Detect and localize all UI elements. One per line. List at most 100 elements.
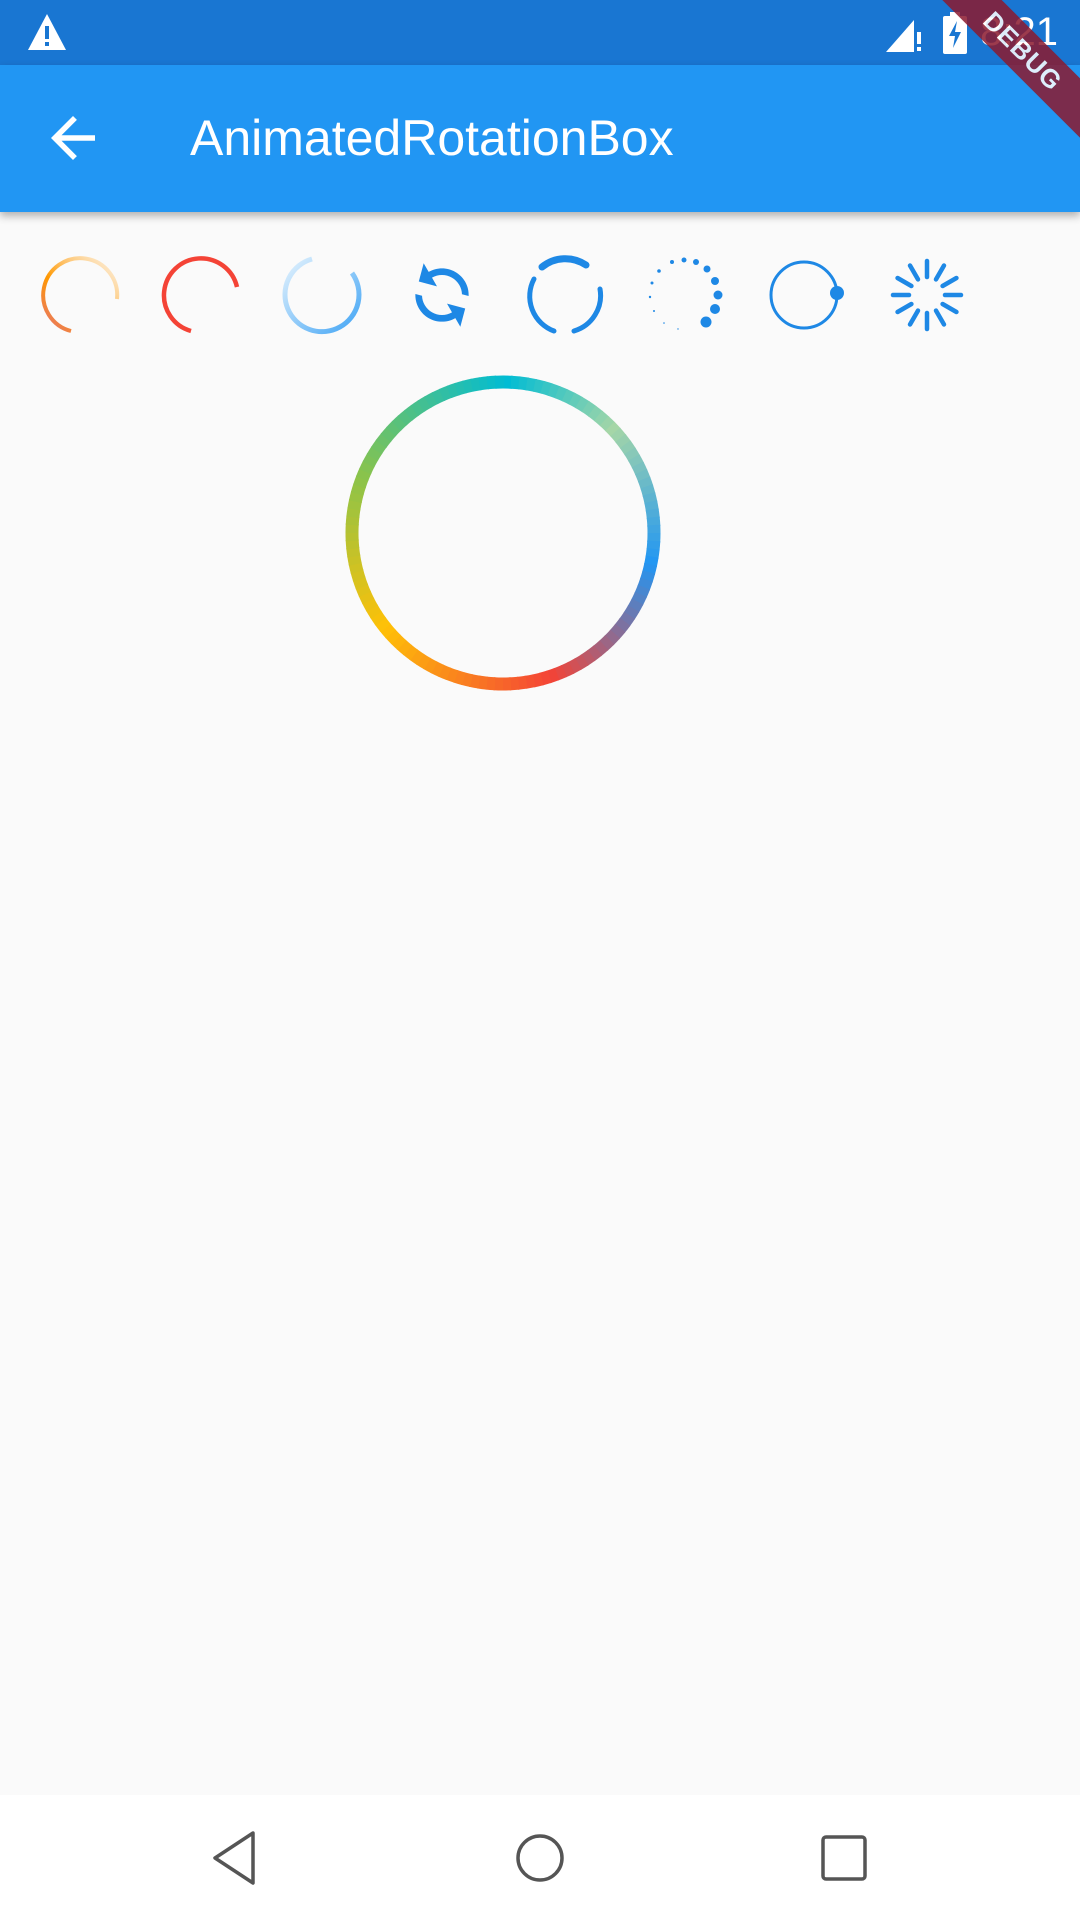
- ring-segment: [348, 490, 364, 503]
- ring-segment: [637, 476, 654, 490]
- page-title: AnimatedRotationBox: [190, 110, 674, 166]
- spoke: [940, 301, 959, 315]
- orange-gradient-arc-spinner: [41, 256, 120, 333]
- ring-segment: [460, 672, 473, 688]
- ring-segment: [445, 667, 459, 683]
- ring-segment: [350, 569, 366, 582]
- ring-segment: [430, 661, 445, 677]
- status-bar: 8:21: [0, 0, 1080, 65]
- ring-segment: [345, 539, 360, 550]
- ring-segment: [355, 583, 372, 598]
- ring-segment: [567, 658, 582, 674]
- ring-segment: [580, 649, 596, 666]
- spoke: [940, 275, 959, 289]
- signal-icon: [886, 20, 921, 52]
- recents-square-icon[interactable]: [811, 1825, 877, 1891]
- ring-segment: [352, 576, 369, 590]
- ring-segment: [609, 623, 626, 640]
- ring-segment: [437, 664, 452, 681]
- circle-with-dot-spinner: [769, 260, 844, 330]
- ring-segment: [634, 468, 651, 483]
- ring-segment: [605, 421, 621, 438]
- ring-segment: [627, 598, 644, 613]
- ring-segment: [524, 674, 536, 689]
- dots-circle-spinner: [648, 257, 723, 330]
- ring-segment: [365, 604, 382, 619]
- ring-segment: [518, 376, 529, 391]
- ring-segment: [586, 645, 603, 662]
- ring-segment: [355, 467, 372, 482]
- ring-segment: [438, 385, 453, 402]
- ring-segment: [346, 507, 361, 518]
- home-circle-icon[interactable]: [507, 1825, 573, 1891]
- back-triangle-icon[interactable]: [203, 1825, 269, 1891]
- ring-segment: [478, 376, 490, 391]
- ring-segment: [446, 382, 460, 399]
- ring-segment: [396, 639, 413, 656]
- ring-segment: [599, 415, 616, 432]
- ring-segment: [409, 649, 425, 666]
- ring-segment: [575, 396, 590, 413]
- ring-segment: [385, 628, 401, 645]
- ring-segment: [561, 389, 576, 405]
- ring-segment: [424, 392, 439, 408]
- ring-segment: [628, 454, 644, 469]
- ring-segment: [375, 432, 392, 449]
- ring-segment: [417, 395, 432, 412]
- ring-segment: [631, 591, 647, 606]
- ring-segment: [462, 378, 475, 394]
- ring-segment: [645, 508, 660, 520]
- ring-segment: [397, 409, 414, 426]
- ring-segment: [385, 420, 402, 437]
- ring-segment: [634, 584, 651, 599]
- ring-segment: [453, 670, 466, 686]
- warning-icon: [28, 14, 66, 50]
- ring-segment: [554, 385, 569, 402]
- ring-segment: [619, 440, 636, 456]
- ring-segment: [403, 404, 420, 421]
- ring-segment: [646, 540, 661, 551]
- ring-segment: [531, 672, 544, 688]
- ring-segment: [614, 617, 631, 634]
- ring-segment: [642, 563, 658, 576]
- ring-segment: [598, 635, 615, 651]
- ring-segment: [485, 676, 496, 691]
- double-arc-spinner: [527, 255, 604, 334]
- ring-segment: [362, 453, 379, 468]
- ring-segment: [644, 500, 659, 512]
- blue-gradient-arc-spinner: [282, 256, 362, 335]
- ring-segment: [546, 667, 560, 684]
- ring-segment: [347, 554, 362, 566]
- ring-segment: [533, 378, 546, 394]
- arrow-back-icon[interactable]: [40, 105, 106, 171]
- ring-segment: [366, 446, 383, 461]
- ring-segment: [640, 570, 656, 583]
- ring-segment: [644, 555, 659, 568]
- ring-segment: [593, 410, 610, 427]
- spoke: [895, 275, 914, 289]
- gradient-ring: [345, 375, 661, 691]
- ring-segment: [646, 516, 661, 527]
- spoke: [933, 263, 947, 282]
- ring-segment: [347, 498, 362, 511]
- ring-segment: [553, 664, 568, 681]
- ring-segment: [623, 605, 640, 620]
- ring-segment: [486, 375, 497, 390]
- ring-segment: [470, 377, 482, 392]
- ring-segment: [610, 427, 627, 444]
- spoke: [907, 308, 921, 327]
- ring-segment: [568, 392, 583, 409]
- ring-segment: [592, 640, 609, 657]
- ring-segment: [370, 439, 387, 455]
- ring-segment: [423, 657, 438, 674]
- ring-segment: [581, 400, 597, 417]
- spoke: [895, 301, 914, 315]
- ring-segment: [353, 475, 369, 489]
- ring-segment: [642, 492, 658, 505]
- ring-segment: [410, 400, 426, 417]
- ring-segment: [645, 548, 660, 559]
- ring-segment: [359, 460, 375, 475]
- ring-segment: [431, 388, 446, 405]
- app-bar: AnimatedRotationBox: [0, 65, 1080, 212]
- ring-segment: [615, 433, 632, 450]
